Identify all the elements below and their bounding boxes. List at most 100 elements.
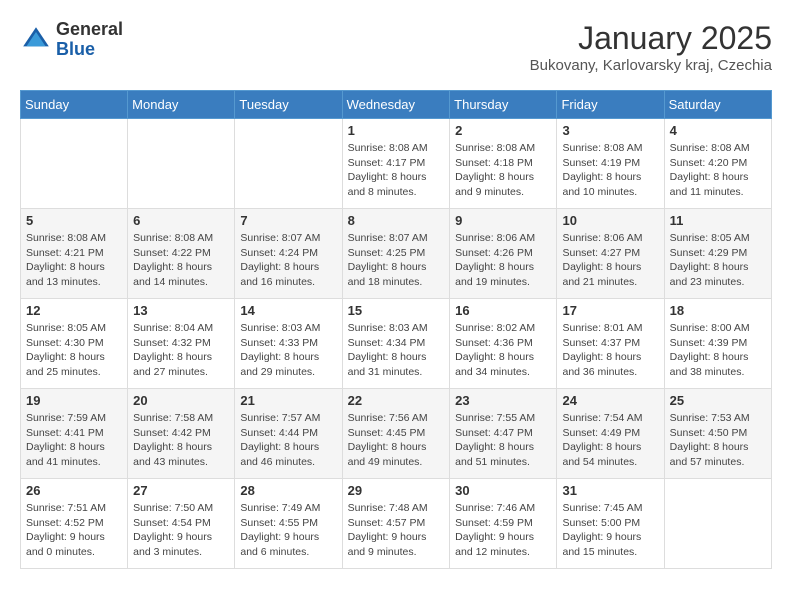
calendar-cell: 24Sunrise: 7:54 AMSunset: 4:49 PMDayligh…: [557, 389, 664, 479]
day-number: 1: [348, 123, 445, 138]
title-area: January 2025 Bukovany, Karlovarsky kraj,…: [530, 20, 772, 74]
month-title: January 2025: [530, 20, 772, 57]
day-number: 9: [455, 213, 551, 228]
calendar-cell: 14 Sunrise: 8:03 AMSunset: 4:33 PMDayligh…: [235, 299, 342, 389]
day-number: 24: [562, 393, 658, 408]
day-info: Sunrise: 8:08 AMSunset: 4:17 PMDaylight:…: [348, 141, 445, 200]
calendar-cell: 20 Sunrise: 7:58 AMSunset: 4:42 PMDayligh…: [128, 389, 235, 479]
day-info: Sunrise: 8:00 AMSunset: 4:39 PMDaylight:…: [670, 321, 766, 380]
day-info: Sunrise: 7:45 AMSunset: 5:00 PMDaylight:…: [562, 501, 658, 560]
logo: General Blue: [20, 20, 123, 60]
calendar-cell: 16 Sunrise: 8:02 AMSunset: 4:36 PMDayligh…: [450, 299, 557, 389]
calendar-cell: [128, 119, 235, 209]
day-info: Sunrise: 7:58 AMSunset: 4:42 PMDaylight:…: [133, 411, 229, 470]
weekday-header: Wednesday: [342, 91, 450, 119]
day-info: Sunrise: 7:51 AMSunset: 4:52 PMDaylight:…: [26, 501, 122, 560]
calendar: SundayMondayTuesdayWednesdayThursdayFrid…: [20, 90, 772, 569]
day-number: 7: [240, 213, 336, 228]
day-number: 19: [26, 393, 122, 408]
day-number: 31: [562, 483, 658, 498]
calendar-week-row: 26 Sunrise: 7:51 AMSunset: 4:52 PMDayligh…: [21, 479, 772, 569]
day-info: Sunrise: 7:48 AMSunset: 4:57 PMDaylight:…: [348, 501, 445, 560]
day-number: 23: [455, 393, 551, 408]
weekday-header: Sunday: [21, 91, 128, 119]
day-number: 26: [26, 483, 122, 498]
weekday-header-row: SundayMondayTuesdayWednesdayThursdayFrid…: [21, 91, 772, 119]
calendar-cell: 19 Sunrise: 7:59 AMSunset: 4:41 PMDayligh…: [21, 389, 128, 479]
day-number: 5: [26, 213, 122, 228]
day-info: Sunrise: 7:59 AMSunset: 4:41 PMDaylight:…: [26, 411, 122, 470]
day-info: Sunrise: 8:05 AMSunset: 4:30 PMDaylight:…: [26, 321, 122, 380]
calendar-cell: 10 Sunrise: 8:06 AMSunset: 4:27 PMDayligh…: [557, 209, 664, 299]
calendar-cell: 23 Sunrise: 7:55 AMSunset: 4:47 PMDayligh…: [450, 389, 557, 479]
calendar-cell: 7 Sunrise: 8:07 AMSunset: 4:24 PMDaylight…: [235, 209, 342, 299]
calendar-cell: 25Sunrise: 7:53 AMSunset: 4:50 PMDayligh…: [664, 389, 771, 479]
day-number: 14: [240, 303, 336, 318]
day-info: Sunrise: 8:01 AMSunset: 4:37 PMDaylight:…: [562, 321, 658, 380]
calendar-cell: 17Sunrise: 8:01 AMSunset: 4:37 PMDayligh…: [557, 299, 664, 389]
weekday-header: Saturday: [664, 91, 771, 119]
calendar-week-row: 12Sunrise: 8:05 AMSunset: 4:30 PMDayligh…: [21, 299, 772, 389]
calendar-cell: 5 Sunrise: 8:08 AMSunset: 4:21 PMDaylight…: [21, 209, 128, 299]
calendar-cell: 6 Sunrise: 8:08 AMSunset: 4:22 PMDaylight…: [128, 209, 235, 299]
calendar-cell: 11 Sunrise: 8:05 AMSunset: 4:29 PMDayligh…: [664, 209, 771, 299]
calendar-cell: 28Sunrise: 7:49 AMSunset: 4:55 PMDayligh…: [235, 479, 342, 569]
calendar-cell: 29Sunrise: 7:48 AMSunset: 4:57 PMDayligh…: [342, 479, 450, 569]
day-info: Sunrise: 8:07 AMSunset: 4:25 PMDaylight:…: [348, 231, 445, 290]
day-info: Sunrise: 7:55 AMSunset: 4:47 PMDaylight:…: [455, 411, 551, 470]
weekday-header: Monday: [128, 91, 235, 119]
day-info: Sunrise: 8:08 AMSunset: 4:18 PMDaylight:…: [455, 141, 551, 200]
day-info: Sunrise: 8:08 AMSunset: 4:21 PMDaylight:…: [26, 231, 122, 290]
day-number: 22: [348, 393, 445, 408]
logo-blue: Blue: [56, 40, 123, 60]
day-info: Sunrise: 8:06 AMSunset: 4:26 PMDaylight:…: [455, 231, 551, 290]
day-number: 2: [455, 123, 551, 138]
calendar-cell: 3Sunrise: 8:08 AMSunset: 4:19 PMDaylight…: [557, 119, 664, 209]
calendar-cell: 30 Sunrise: 7:46 AMSunset: 4:59 PMDayligh…: [450, 479, 557, 569]
calendar-cell: 18Sunrise: 8:00 AMSunset: 4:39 PMDayligh…: [664, 299, 771, 389]
calendar-cell: 8Sunrise: 8:07 AMSunset: 4:25 PMDaylight…: [342, 209, 450, 299]
logo-text: General Blue: [56, 20, 123, 60]
calendar-cell: 27Sunrise: 7:50 AMSunset: 4:54 PMDayligh…: [128, 479, 235, 569]
day-number: 16: [455, 303, 551, 318]
calendar-cell: 22 Sunrise: 7:56 AMSunset: 4:45 PMDayligh…: [342, 389, 450, 479]
calendar-cell: 9 Sunrise: 8:06 AMSunset: 4:26 PMDaylight…: [450, 209, 557, 299]
logo-general: General: [56, 20, 123, 40]
day-info: Sunrise: 7:49 AMSunset: 4:55 PMDaylight:…: [240, 501, 336, 560]
day-number: 13: [133, 303, 229, 318]
day-info: Sunrise: 8:03 AMSunset: 4:33 PMDaylight:…: [240, 321, 336, 380]
day-info: Sunrise: 8:07 AMSunset: 4:24 PMDaylight:…: [240, 231, 336, 290]
calendar-week-row: 1 Sunrise: 8:08 AMSunset: 4:17 PMDaylight…: [21, 119, 772, 209]
weekday-header: Friday: [557, 91, 664, 119]
day-number: 15: [348, 303, 445, 318]
logo-icon: [20, 24, 52, 56]
calendar-cell: 26 Sunrise: 7:51 AMSunset: 4:52 PMDayligh…: [21, 479, 128, 569]
day-number: 4: [670, 123, 766, 138]
calendar-week-row: 19 Sunrise: 7:59 AMSunset: 4:41 PMDayligh…: [21, 389, 772, 479]
day-number: 25: [670, 393, 766, 408]
day-info: Sunrise: 7:56 AMSunset: 4:45 PMDaylight:…: [348, 411, 445, 470]
day-info: Sunrise: 7:46 AMSunset: 4:59 PMDaylight:…: [455, 501, 551, 560]
day-info: Sunrise: 8:08 AMSunset: 4:20 PMDaylight:…: [670, 141, 766, 200]
calendar-cell: [235, 119, 342, 209]
calendar-cell: 2 Sunrise: 8:08 AMSunset: 4:18 PMDaylight…: [450, 119, 557, 209]
location: Bukovany, Karlovarsky kraj, Czechia: [530, 57, 772, 74]
day-number: 27: [133, 483, 229, 498]
weekday-header: Thursday: [450, 91, 557, 119]
day-info: Sunrise: 8:03 AMSunset: 4:34 PMDaylight:…: [348, 321, 445, 380]
day-number: 11: [670, 213, 766, 228]
day-info: Sunrise: 8:08 AMSunset: 4:22 PMDaylight:…: [133, 231, 229, 290]
day-number: 21: [240, 393, 336, 408]
calendar-cell: [664, 479, 771, 569]
header: General Blue January 2025 Bukovany, Karl…: [20, 20, 772, 74]
day-number: 10: [562, 213, 658, 228]
day-info: Sunrise: 8:02 AMSunset: 4:36 PMDaylight:…: [455, 321, 551, 380]
day-info: Sunrise: 8:05 AMSunset: 4:29 PMDaylight:…: [670, 231, 766, 290]
day-info: Sunrise: 7:57 AMSunset: 4:44 PMDaylight:…: [240, 411, 336, 470]
day-info: Sunrise: 8:06 AMSunset: 4:27 PMDaylight:…: [562, 231, 658, 290]
day-number: 30: [455, 483, 551, 498]
day-number: 6: [133, 213, 229, 228]
day-number: 20: [133, 393, 229, 408]
calendar-week-row: 5 Sunrise: 8:08 AMSunset: 4:21 PMDaylight…: [21, 209, 772, 299]
weekday-header: Tuesday: [235, 91, 342, 119]
